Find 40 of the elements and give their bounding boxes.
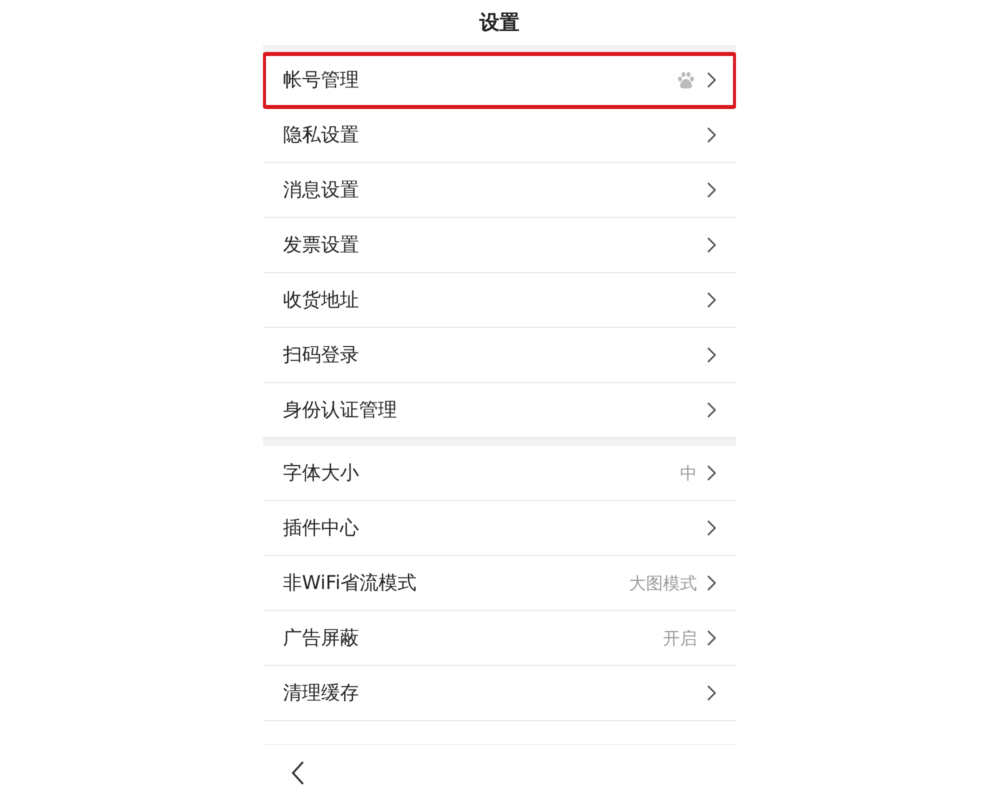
- page-title: 设置: [480, 9, 520, 36]
- row-label: 身份认证管理: [283, 398, 398, 423]
- settings-row[interactable]: 发票设置: [263, 218, 736, 273]
- settings-row[interactable]: 广告屏蔽 开启: [263, 611, 736, 666]
- settings-row[interactable]: 隐私设置: [263, 108, 736, 163]
- settings-row[interactable]: 非WiFi省流模式 大图模式: [263, 556, 736, 611]
- chevron-right-icon: [707, 402, 716, 418]
- chevron-right-icon: [707, 237, 716, 253]
- chevron-right-icon: [707, 72, 716, 88]
- row-value: 大图模式: [629, 572, 697, 594]
- chevron-right-icon: [707, 685, 716, 701]
- back-button[interactable]: [291, 760, 305, 784]
- row-label: 插件中心: [283, 516, 360, 541]
- settings-row[interactable]: 帐号管理: [263, 53, 736, 108]
- row-label: 隐私设置: [283, 123, 360, 148]
- settings-row[interactable]: 字体大小 中: [263, 446, 736, 501]
- settings-row[interactable]: 扫码登录: [263, 328, 736, 383]
- row-value: 中: [680, 462, 697, 484]
- settings-row[interactable]: 消息设置: [263, 163, 736, 218]
- row-label: 非WiFi省流模式: [283, 571, 418, 596]
- settings-row[interactable]: 插件中心: [263, 501, 736, 556]
- settings-row[interactable]: 清理缓存: [263, 666, 736, 721]
- row-label: 字体大小: [283, 461, 360, 486]
- row-label: 扫码登录: [283, 343, 360, 368]
- chevron-right-icon: [707, 292, 716, 308]
- chevron-right-icon: [707, 347, 716, 363]
- row-label: 发票设置: [283, 233, 360, 258]
- chevron-right-icon: [707, 182, 716, 198]
- row-label: 消息设置: [283, 178, 360, 203]
- chevron-right-icon: [707, 520, 716, 536]
- settings-row[interactable]: 收货地址: [263, 273, 736, 328]
- chevron-right-icon: [707, 630, 716, 646]
- chevron-right-icon: [707, 465, 716, 481]
- row-value: 开启: [663, 628, 697, 650]
- row-label: 清理缓存: [283, 681, 360, 706]
- chevron-right-icon: [707, 575, 716, 591]
- row-label: 广告屏蔽: [283, 626, 360, 651]
- row-label: 帐号管理: [283, 68, 360, 93]
- row-label: 收货地址: [283, 288, 360, 313]
- chevron-right-icon: [707, 127, 716, 143]
